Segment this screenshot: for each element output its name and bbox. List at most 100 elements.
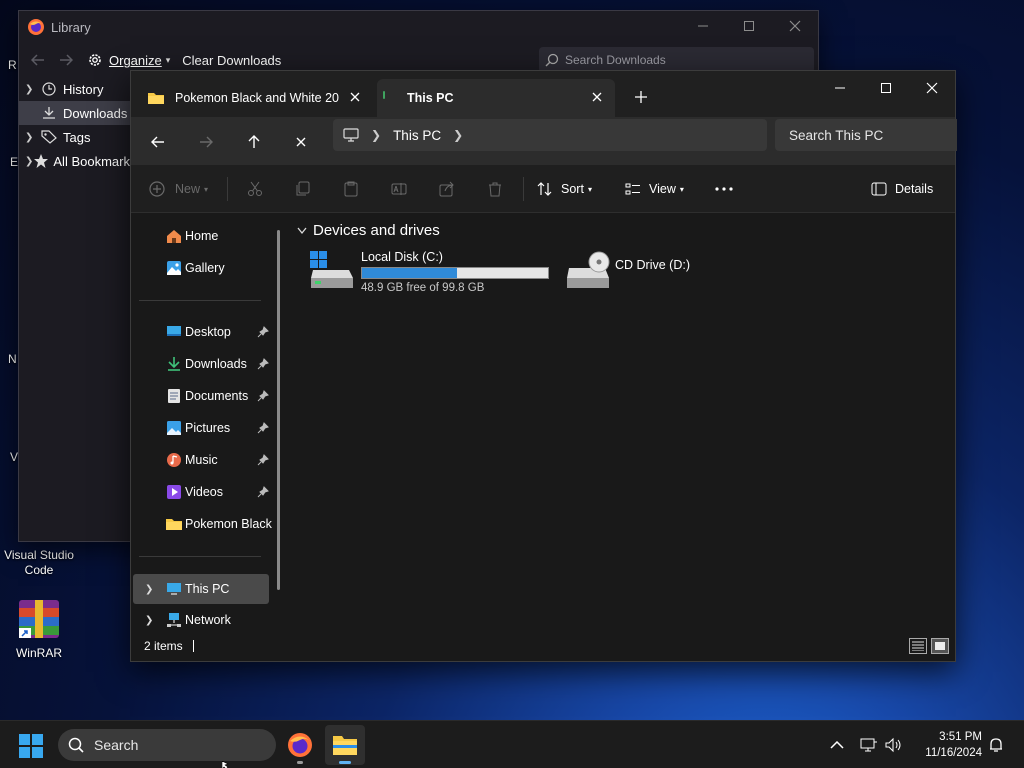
taskbar-app-firefox[interactable]: [280, 725, 320, 765]
close-button[interactable]: [909, 71, 955, 105]
chevron-down-icon: ▾: [204, 184, 209, 194]
start-button[interactable]: [18, 733, 44, 759]
copy-button[interactable]: [295, 175, 311, 203]
tiles-view-toggle[interactable]: [931, 638, 949, 654]
explorer-window-controls: [817, 71, 955, 105]
network-status-button[interactable]: [860, 721, 878, 768]
nav-item-gallery[interactable]: Gallery: [133, 254, 269, 282]
minimize-button[interactable]: [817, 71, 863, 105]
nav-item-this-pc[interactable]: ❯ This PC: [133, 574, 269, 604]
item-count: 2 items: [144, 639, 183, 653]
file-explorer-window: Pokemon Black and White 2009 This PC ❯ T…: [130, 70, 957, 662]
rename-icon: [391, 181, 407, 197]
desktop-icon-label-fragment: R: [8, 58, 17, 72]
drive-name: CD Drive (D:): [615, 258, 690, 272]
chevron-right-icon: ❯: [25, 131, 34, 143]
library-item-history[interactable]: ❯ History: [19, 77, 131, 101]
nav-item-label: Music: [185, 453, 218, 467]
pin-icon: [257, 326, 269, 338]
new-button[interactable]: New ▾: [149, 175, 208, 203]
folder-icon: [165, 515, 183, 533]
arrow-left-icon: [31, 54, 45, 66]
taskbar-search[interactable]: Search: [58, 729, 276, 761]
clock-icon: [39, 82, 59, 96]
library-item-tags[interactable]: ❯ Tags: [19, 125, 131, 149]
sort-button[interactable]: Sort ▾: [537, 175, 592, 203]
details-view-toggle[interactable]: [909, 638, 927, 654]
chevron-right-icon[interactable]: ❯: [145, 615, 153, 626]
group-header-devices[interactable]: Devices and drives: [297, 222, 440, 239]
taskbar-app-file-explorer[interactable]: [325, 725, 365, 765]
winrar-icon: [15, 598, 63, 640]
close-button[interactable]: [772, 11, 818, 41]
forward-button[interactable]: [193, 129, 219, 155]
more-options-button[interactable]: [715, 175, 733, 203]
library-item-downloads[interactable]: Downloads: [19, 101, 131, 125]
desktop-icon-label-fragment: E: [10, 155, 19, 169]
nav-item-pictures[interactable]: Pictures: [133, 414, 269, 442]
drive-usage-fill: [362, 268, 457, 278]
nav-item-network[interactable]: ❯ Network: [133, 606, 269, 634]
notifications-button[interactable]: [988, 721, 1004, 768]
volume-button[interactable]: [885, 721, 903, 768]
minimize-button[interactable]: [680, 11, 726, 41]
nav-item-documents[interactable]: Documents: [133, 382, 269, 410]
rename-button[interactable]: [391, 175, 407, 203]
nav-item-label: Desktop: [185, 325, 231, 339]
stop-button[interactable]: [288, 129, 314, 155]
arrow-up-icon: [248, 135, 260, 149]
drive-local-disk-c[interactable]: Local Disk (C:) 48.9 GB free of 99.8 GB: [309, 250, 549, 294]
paste-button[interactable]: [343, 175, 359, 203]
close-tab-button[interactable]: [589, 89, 605, 105]
search-icon: [545, 53, 559, 67]
new-tab-button[interactable]: [629, 85, 653, 109]
tab-this-pc[interactable]: This PC: [377, 79, 615, 117]
more-icon: [715, 187, 733, 191]
tab-pokemon-folder[interactable]: Pokemon Black and White 2009: [133, 79, 373, 117]
pictures-icon: [165, 419, 183, 437]
view-label: View: [649, 182, 676, 196]
details-pane-button[interactable]: Details: [871, 175, 933, 203]
cut-button[interactable]: [247, 175, 263, 203]
breadcrumb-this-pc[interactable]: This PC: [393, 128, 441, 143]
monitor-icon: [343, 128, 359, 142]
back-button[interactable]: [25, 47, 51, 73]
forward-button[interactable]: [53, 47, 79, 73]
address-bar[interactable]: ❯ This PC ❯: [333, 119, 767, 151]
maximize-button[interactable]: [863, 71, 909, 105]
sort-label: Sort: [561, 182, 584, 196]
scrollbar-thumb[interactable]: [277, 230, 280, 590]
up-button[interactable]: [241, 129, 267, 155]
desktop-icon-vscode[interactable]: Visual Studio Code: [1, 548, 77, 578]
drive-cd-d[interactable]: CD Drive (D:): [565, 250, 690, 290]
chevron-right-icon: ❯: [25, 83, 34, 95]
nav-item-videos[interactable]: Videos: [133, 478, 269, 506]
nav-divider: [139, 300, 261, 301]
desktop-icon-winrar[interactable]: WinRAR: [1, 598, 77, 661]
view-button[interactable]: View ▾: [625, 175, 684, 203]
search-input[interactable]: Search This PC: [775, 119, 957, 151]
details-pane-icon: [871, 182, 887, 196]
chevron-right-icon[interactable]: ❯: [145, 584, 153, 595]
share-button[interactable]: [439, 175, 455, 203]
clock[interactable]: 3:51 PM 11/16/2024: [925, 729, 982, 761]
nav-item-downloads[interactable]: Downloads: [133, 350, 269, 378]
taskbar-search-label: Search: [94, 737, 139, 753]
arrow-right-icon: [199, 136, 213, 148]
clear-downloads-button[interactable]: Clear Downloads: [182, 53, 281, 68]
maximize-button[interactable]: [726, 11, 772, 41]
delete-button[interactable]: [487, 175, 503, 203]
nav-item-label: This PC: [185, 582, 230, 596]
library-item-all-bookmarks[interactable]: ❯ All Bookmarks: [19, 149, 136, 173]
explorer-tab-bar: Pokemon Black and White 2009 This PC: [131, 71, 955, 117]
nav-item-desktop[interactable]: Desktop: [133, 318, 269, 346]
back-button[interactable]: [145, 129, 171, 155]
organize-menu[interactable]: Organize ▾: [87, 52, 170, 68]
nav-item-home[interactable]: Home: [133, 222, 269, 250]
chevron-right-icon[interactable]: ❯: [453, 128, 463, 142]
nav-item-music[interactable]: Music: [133, 446, 269, 474]
show-hidden-icons-button[interactable]: [830, 721, 844, 768]
close-tab-button[interactable]: [347, 89, 363, 105]
organize-label: Organize: [109, 52, 162, 68]
nav-item-pokemon-black[interactable]: Pokemon Black: [133, 510, 272, 538]
